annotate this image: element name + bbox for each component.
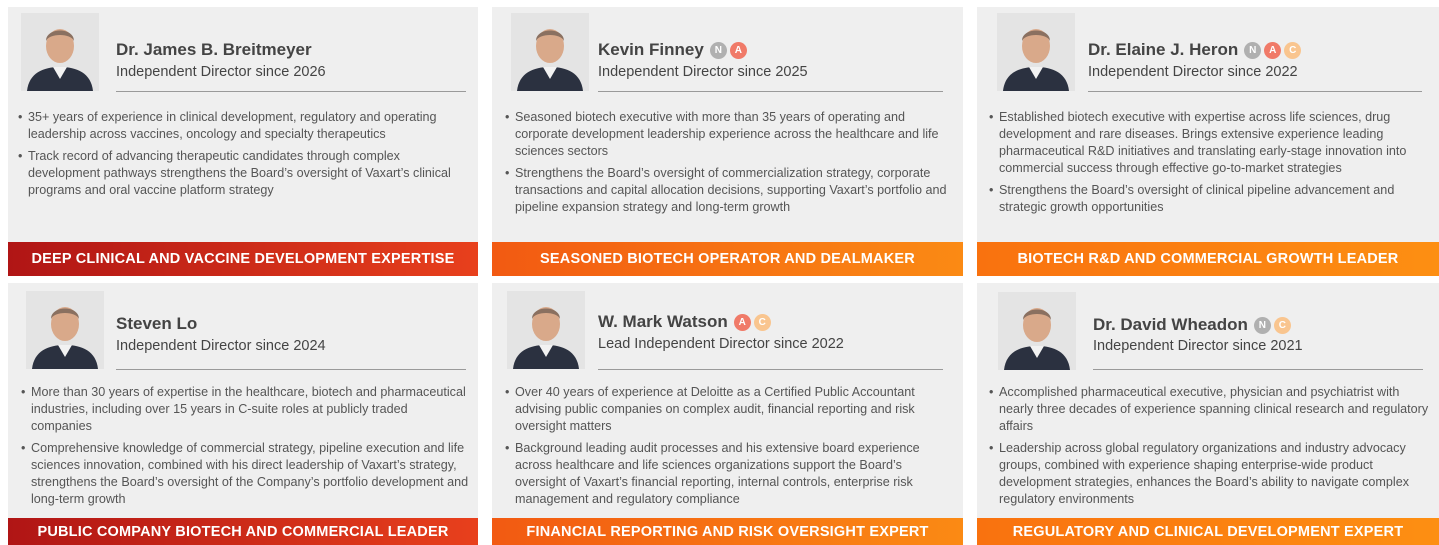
list-item: Seasoned biotech executive with more tha…	[505, 109, 955, 160]
director-photo	[511, 13, 589, 91]
audit-committee-badge: A	[729, 41, 747, 59]
divider	[1088, 91, 1422, 92]
expertise-banner: SEASONED BIOTECH OPERATOR AND DEALMAKER	[492, 242, 963, 276]
director-name: W. Mark Watson A C	[598, 312, 771, 332]
director-card-finney: Kevin Finney N A Independent Director si…	[492, 7, 963, 276]
list-item: Comprehensive knowledge of commercial st…	[21, 440, 471, 508]
director-photo	[26, 291, 104, 369]
nominating-committee-badge: N	[1244, 41, 1262, 59]
divider	[1093, 369, 1423, 370]
list-item: Leadership across global regulatory orga…	[989, 440, 1436, 508]
compensation-committee-badge: C	[1284, 41, 1302, 59]
divider	[598, 369, 943, 370]
list-item: Established biotech executive with exper…	[989, 109, 1434, 177]
committee-badges: N C	[1253, 316, 1291, 334]
bullet-list: Established biotech executive with exper…	[989, 109, 1434, 221]
director-title: Independent Director since 2022	[1088, 64, 1298, 80]
divider	[116, 91, 466, 92]
compensation-committee-badge: C	[1273, 316, 1291, 334]
director-name: Dr. Elaine J. Heron N A C	[1088, 40, 1302, 60]
bullet-list: 35+ years of experience in clinical deve…	[18, 109, 473, 204]
nominating-committee-badge: N	[1253, 316, 1271, 334]
expertise-banner: REGULATORY AND CLINICAL DEVELOPMENT EXPE…	[977, 518, 1439, 545]
director-name: Dr. James B. Breitmeyer	[116, 40, 312, 59]
expertise-banner: DEEP CLINICAL AND VACCINE DEVELOPMENT EX…	[8, 242, 478, 276]
list-item: Track record of advancing therapeutic ca…	[18, 148, 473, 199]
director-card-breitmeyer: Dr. James B. Breitmeyer Independent Dire…	[8, 7, 478, 276]
committee-badges: N A C	[1244, 41, 1302, 59]
director-card-watson: W. Mark Watson A C Lead Independent Dire…	[492, 283, 963, 545]
list-item: Accomplished pharmaceutical executive, p…	[989, 384, 1436, 435]
expertise-banner: PUBLIC COMPANY BIOTECH AND COMMERCIAL LE…	[8, 518, 478, 545]
list-item: 35+ years of experience in clinical deve…	[18, 109, 473, 143]
director-title: Independent Director since 2025	[598, 64, 808, 80]
committee-badges: N A	[709, 41, 747, 59]
director-card-wheadon: Dr. David Wheadon N C Independent Direct…	[977, 283, 1439, 545]
director-card-heron: Dr. Elaine J. Heron N A C Independent Di…	[977, 7, 1439, 276]
bullet-list: More than 30 years of expertise in the h…	[21, 384, 471, 513]
list-item: More than 30 years of expertise in the h…	[21, 384, 471, 435]
audit-committee-badge: A	[1264, 41, 1282, 59]
director-photo	[507, 291, 585, 369]
divider	[116, 369, 466, 370]
director-photo	[998, 292, 1076, 370]
director-title: Independent Director since 2024	[116, 338, 326, 354]
director-name: Kevin Finney N A	[598, 40, 747, 60]
audit-committee-badge: A	[733, 313, 751, 331]
bullet-list: Over 40 years of experience at Deloitte …	[505, 384, 955, 513]
director-name: Dr. David Wheadon N C	[1093, 315, 1291, 335]
committee-badges: A C	[733, 313, 771, 331]
expertise-banner: BIOTECH R&D AND COMMERCIAL GROWTH LEADER	[977, 242, 1439, 276]
director-title: Independent Director since 2026	[116, 64, 326, 80]
director-card-lo: Steven Lo Independent Director since 202…	[8, 283, 478, 545]
list-item: Strengthens the Board’s oversight of cli…	[989, 182, 1434, 216]
director-name: Steven Lo	[116, 314, 198, 333]
expertise-banner: FINANCIAL REPORTING AND RISK OVERSIGHT E…	[492, 518, 963, 545]
director-photo	[21, 13, 99, 91]
bullet-list: Seasoned biotech executive with more tha…	[505, 109, 955, 221]
compensation-committee-badge: C	[753, 313, 771, 331]
bullet-list: Accomplished pharmaceutical executive, p…	[989, 384, 1436, 513]
director-title: Independent Director since 2021	[1093, 338, 1303, 354]
director-photo	[997, 13, 1075, 91]
divider	[598, 91, 943, 92]
list-item: Background leading audit processes and h…	[505, 440, 955, 508]
nominating-committee-badge: N	[709, 41, 727, 59]
list-item: Over 40 years of experience at Deloitte …	[505, 384, 955, 435]
director-title: Lead Independent Director since 2022	[598, 336, 844, 352]
list-item: Strengthens the Board’s oversight of com…	[505, 165, 955, 216]
